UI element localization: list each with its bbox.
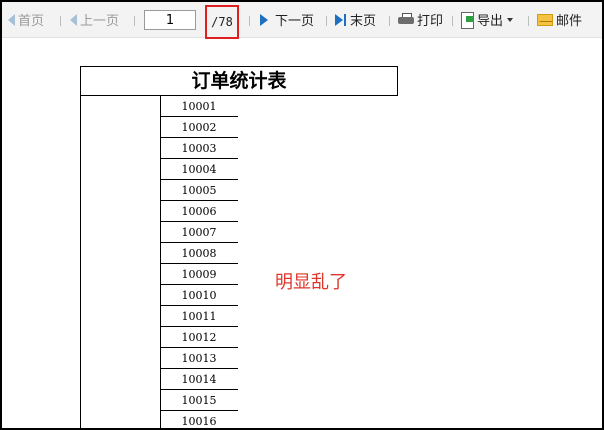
table-row: 10002: [160, 117, 238, 138]
mail-icon: [537, 13, 553, 26]
page-number-input[interactable]: [144, 10, 196, 30]
toolbar-separator: [452, 16, 453, 26]
table-row: 10011: [160, 306, 238, 327]
report-left-column: [80, 96, 161, 428]
last-page-label: 末页: [350, 14, 377, 29]
toolbar-separator: [249, 16, 250, 26]
table-row: 10007: [160, 222, 238, 243]
table-row: 10004: [160, 159, 238, 180]
report-rows: 10001 10002 10003 10004 10005 10006 10007 10008…: [160, 96, 238, 428]
first-page-icon: [8, 13, 15, 26]
prev-page-icon: [70, 13, 77, 26]
mail-button[interactable]: 邮件: [537, 2, 582, 37]
table-row: 10010: [160, 285, 238, 306]
report-title: 订单统计表: [80, 66, 398, 96]
first-page-button[interactable]: 首页: [8, 2, 44, 37]
toolbar-separator: [528, 16, 529, 26]
table-row: 10009: [160, 264, 238, 285]
printer-icon: [398, 13, 414, 26]
table-row: 10016: [160, 411, 238, 428]
report-viewer-window: 首页 上一页 /78 下一页 末页 打印: [0, 0, 604, 430]
next-page-icon: [260, 13, 268, 26]
print-label: 打印: [417, 14, 444, 29]
annotation-text: 明显乱了: [275, 272, 347, 293]
export-label: 导出: [477, 14, 504, 29]
table-row: 10001: [160, 96, 238, 117]
report-toolbar: 首页 上一页 /78 下一页 末页 打印: [2, 2, 602, 39]
table-row: 10006: [160, 201, 238, 222]
chevron-down-icon: [507, 17, 514, 22]
export-icon: [461, 11, 474, 29]
export-button[interactable]: 导出: [461, 2, 514, 37]
table-row: 10005: [160, 180, 238, 201]
last-page-icon: [335, 13, 347, 26]
table-row: 10003: [160, 138, 238, 159]
prev-page-label: 上一页: [80, 14, 120, 29]
mail-label: 邮件: [556, 14, 583, 29]
toolbar-separator: [326, 16, 327, 26]
toolbar-separator: [134, 16, 135, 26]
table-row: 10008: [160, 243, 238, 264]
table-row: 10015: [160, 390, 238, 411]
next-page-label: 下一页: [275, 14, 315, 29]
prev-page-button[interactable]: 上一页: [70, 2, 119, 37]
toolbar-separator: [60, 16, 61, 26]
table-row: 10012: [160, 327, 238, 348]
first-page-label: 首页: [18, 14, 45, 29]
toolbar-separator: [389, 16, 390, 26]
total-pages-label: /78: [211, 15, 233, 29]
total-pages-highlight: /78: [205, 5, 239, 39]
table-row: 10014: [160, 369, 238, 390]
table-row: 10013: [160, 348, 238, 369]
last-page-button[interactable]: 末页: [335, 2, 376, 37]
print-button[interactable]: 打印: [398, 2, 443, 37]
next-page-button[interactable]: 下一页: [260, 2, 314, 37]
